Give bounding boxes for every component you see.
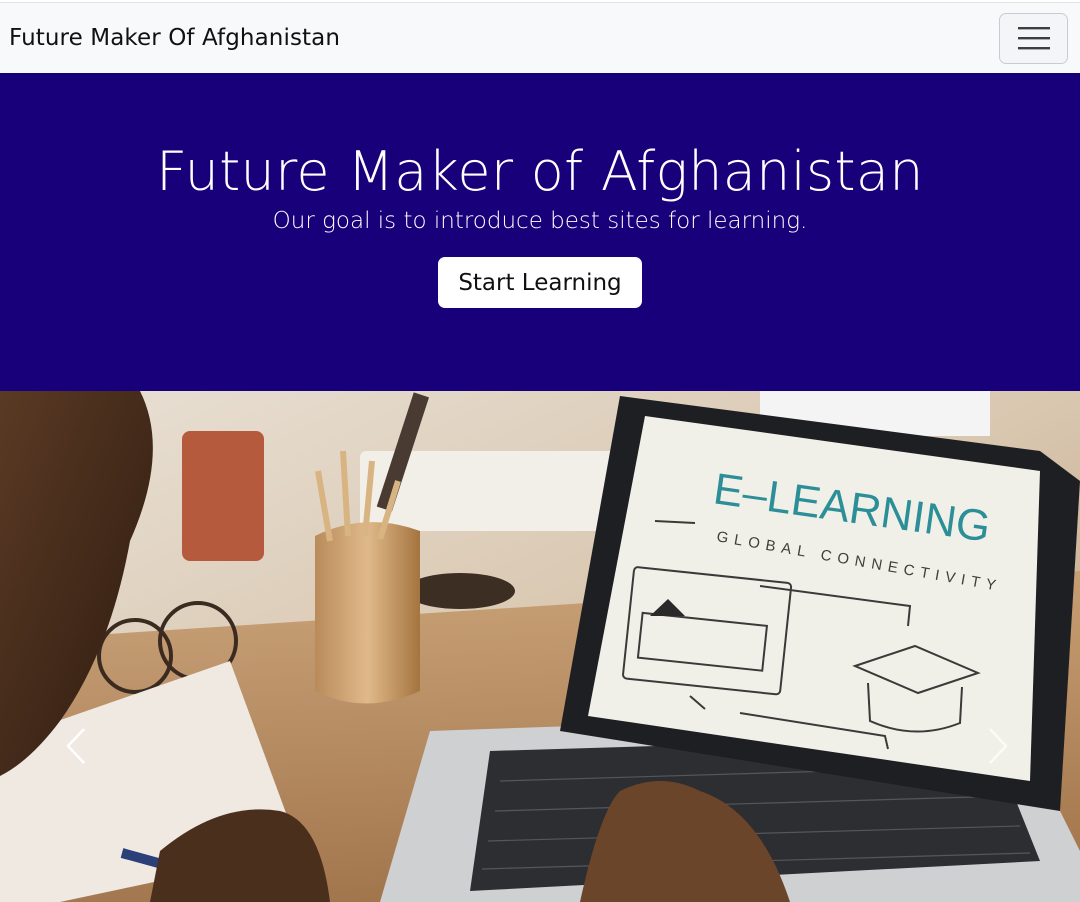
navbar-toggler-button[interactable] <box>999 12 1068 64</box>
hero-subtitle: Our goal is to introduce best sites for … <box>272 208 808 234</box>
chevron-right-icon <box>989 728 1008 764</box>
carousel-prev-button[interactable] <box>56 721 96 771</box>
chevron-left-icon <box>66 728 85 764</box>
navbar: Future Maker Of Afghanistan <box>0 3 1080 73</box>
start-learning-button[interactable]: Start Learning <box>438 257 642 308</box>
hamburger-icon <box>1017 27 1050 50</box>
navbar-brand[interactable]: Future Maker Of Afghanistan <box>9 25 340 51</box>
hero-title: Future Maker of Afghanistan <box>156 140 924 203</box>
image-carousel: E–LEARNING GLOBAL CONNECTIVITY <box>0 391 1080 902</box>
hero-section: Future Maker of Afghanistan Our goal is … <box>0 73 1080 391</box>
e-learning-photo: E–LEARNING GLOBAL CONNECTIVITY <box>0 391 1080 902</box>
carousel-next-button[interactable] <box>978 721 1018 771</box>
